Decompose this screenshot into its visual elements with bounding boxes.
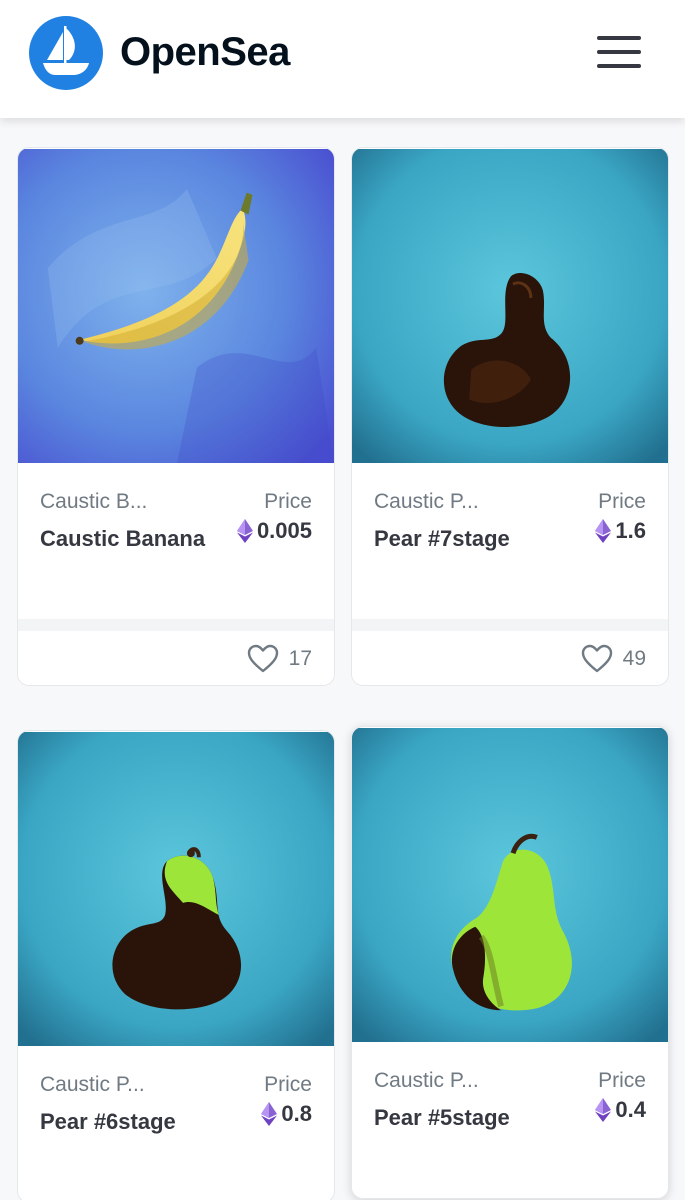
ripening-pear-artwork-image[interactable]: [352, 727, 668, 1043]
price-value: 0.4: [615, 1097, 646, 1122]
asset-info: Caustic P... Pear #5stage Price 0.4: [352, 1043, 668, 1198]
like-count: 17: [288, 647, 312, 670]
price-label: Price: [598, 1069, 646, 1092]
price-value: 1.6: [615, 518, 646, 543]
collection-name[interactable]: Caustic P...: [40, 1073, 145, 1097]
asset-title[interactable]: Caustic Banana: [40, 522, 230, 555]
brand-name[interactable]: OpenSea: [120, 28, 290, 76]
price-label: Price: [598, 490, 646, 513]
opensea-logo-icon[interactable]: [29, 16, 103, 90]
ethereum-icon: [261, 1102, 278, 1126]
asset-info: Caustic B... Caustic Banana Price 0.005: [18, 464, 334, 619]
asset-price: 1.6: [595, 518, 646, 544]
asset-title[interactable]: Pear #6stage: [40, 1105, 230, 1138]
collection-name[interactable]: Caustic B...: [40, 490, 147, 514]
favorite-button[interactable]: 49: [581, 644, 646, 674]
card-footer: 17: [18, 619, 334, 685]
ethereum-icon: [236, 519, 253, 543]
ethereum-icon: [595, 1098, 612, 1122]
price-label: Price: [264, 1073, 312, 1096]
asset-grid: Caustic B... Caustic Banana Price 0.005 …: [0, 118, 685, 1200]
asset-info: Caustic P... Pear #7stage Price 1.6: [352, 464, 668, 619]
price-value: 0.005: [256, 518, 312, 543]
hamburger-menu-icon[interactable]: [594, 34, 644, 70]
heart-icon[interactable]: [247, 644, 279, 674]
like-count: 49: [622, 647, 646, 670]
collection-name[interactable]: Caustic P...: [374, 490, 479, 514]
asset-card[interactable]: Caustic P... Pear #6stage Price 0.8: [17, 730, 335, 1200]
asset-card[interactable]: Caustic B... Caustic Banana Price 0.005 …: [17, 147, 335, 686]
asset-title[interactable]: Pear #7stage: [374, 522, 564, 555]
collection-name[interactable]: Caustic P...: [374, 1069, 479, 1093]
asset-card[interactable]: Caustic P... Pear #5stage Price 0.4: [351, 726, 669, 1199]
rotten-pear-artwork-image[interactable]: [352, 148, 668, 464]
asset-title[interactable]: Pear #5stage: [374, 1101, 564, 1134]
top-navbar: OpenSea: [0, 0, 685, 118]
asset-price: 0.8: [261, 1101, 312, 1127]
banana-artwork-image[interactable]: [18, 148, 334, 464]
half-rotten-pear-artwork-image[interactable]: [18, 731, 334, 1047]
heart-icon[interactable]: [581, 644, 613, 674]
asset-price: 0.005: [236, 518, 312, 544]
ethereum-icon: [595, 519, 612, 543]
card-footer: 49: [352, 619, 668, 685]
asset-card[interactable]: Caustic P... Pear #7stage Price 1.6 49: [351, 147, 669, 686]
price-value: 0.8: [281, 1101, 312, 1126]
price-label: Price: [264, 490, 312, 513]
asset-info: Caustic P... Pear #6stage Price 0.8: [18, 1047, 334, 1200]
favorite-button[interactable]: 17: [247, 644, 312, 674]
asset-price: 0.4: [595, 1097, 646, 1123]
